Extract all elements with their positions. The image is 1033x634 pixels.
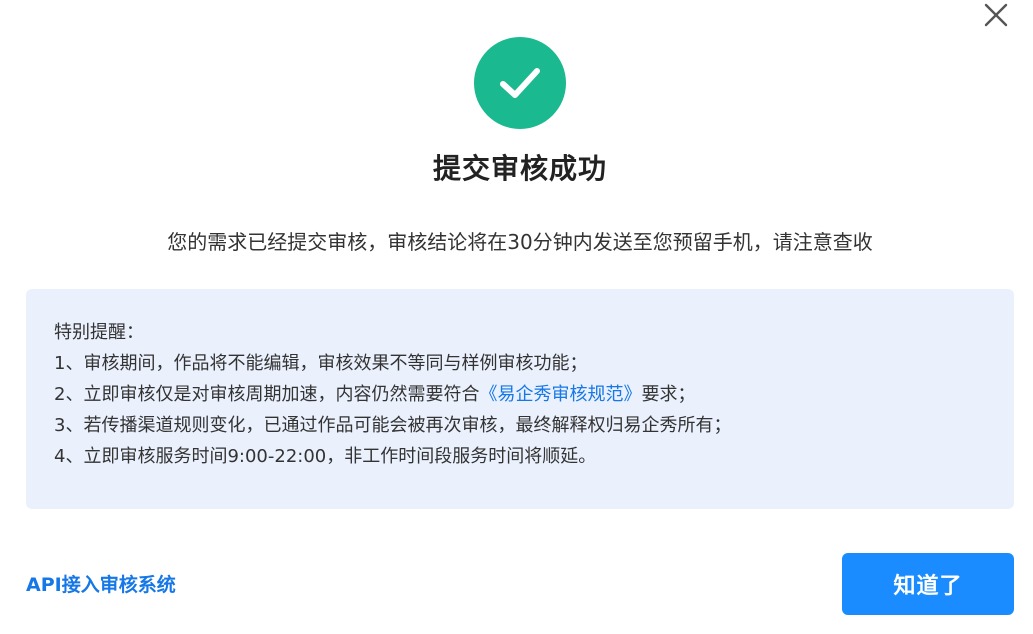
dialog-title: 提交审核成功 [432,152,607,185]
api-integration-link[interactable]: API接入审核系统 [26,570,176,597]
close-icon [984,3,1008,27]
review-rules-link[interactable]: 《易企秀审核规范》 [479,384,641,405]
notice-item-2-suffix: 要求； [641,384,696,405]
close-button[interactable] [981,0,1011,30]
check-circle-icon [474,37,566,129]
notice-item-3: 3、若传播渠道规则变化，已通过作品可能会被再次审核，最终解释权归易企秀所有； [54,415,732,436]
notice-item-2-prefix: 2、立即审核仅是对审核周期加速，内容仍然需要符合 [54,384,480,405]
notice-item-4: 4、立即审核服务时间9:00-22:00，非工作时间段服务时间将顺延。 [54,446,597,467]
dialog-subtitle: 您的需求已经提交审核，审核结论将在30分钟内发送至您预留手机，请注意查收 [167,230,873,254]
notice-item-1: 1、审核期间，作品将不能编辑，审核效果不等同与样例审核功能； [54,353,588,374]
review-success-dialog: 提交审核成功 您的需求已经提交审核，审核结论将在30分钟内发送至您预留手机，请注… [0,0,1033,634]
got-it-button[interactable]: 知道了 [842,553,1014,615]
notice-heading: 特别提醒： [54,322,144,343]
notice-item-2: 2、立即审核仅是对审核周期加速，内容仍然需要符合《易企秀审核规范》要求； [54,379,986,410]
notice-panel: 特别提醒： 1、审核期间，作品将不能编辑，审核效果不等同与样例审核功能； 2、立… [26,289,1014,509]
